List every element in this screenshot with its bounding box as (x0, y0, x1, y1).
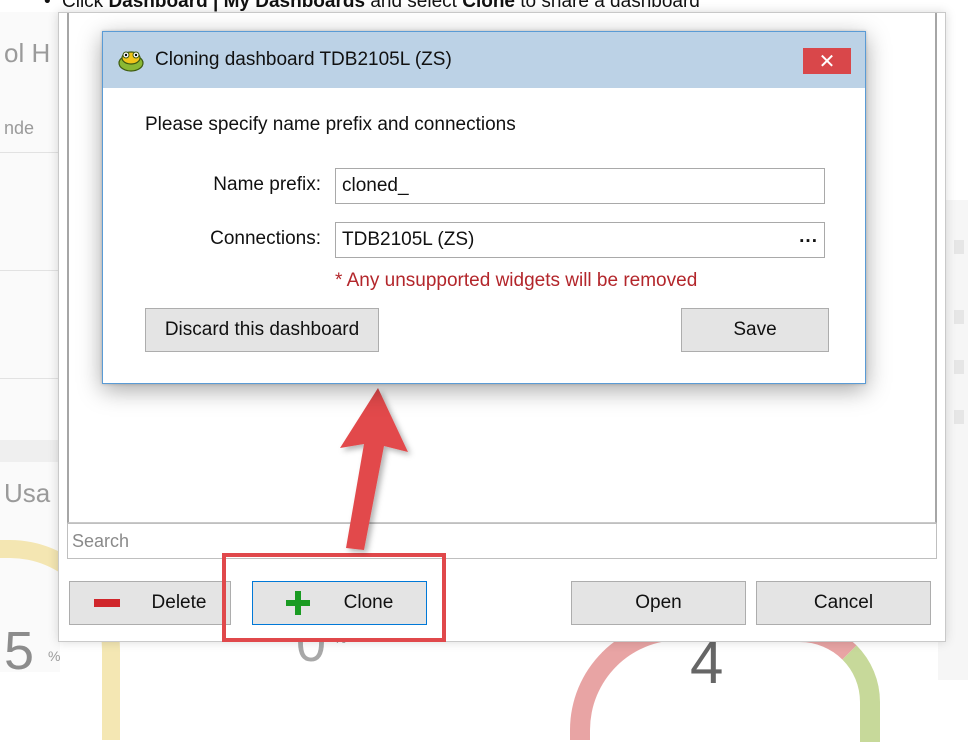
bg-divider (0, 378, 60, 379)
instruction-action: Clone (462, 0, 515, 12)
bg-tick (954, 360, 964, 374)
clone-highlight-box (222, 553, 446, 642)
bg-subtitle-fragment: nde (4, 118, 35, 138)
cancel-button-label: Cancel (813, 592, 874, 613)
discard-dashboard-button[interactable]: Discard this dashboard (145, 308, 379, 352)
unsupported-widgets-warning: * Any unsupported widgets will be remove… (335, 270, 698, 291)
open-button-label: Open (635, 592, 682, 613)
name-prefix-label: Name prefix: (213, 174, 321, 195)
bg-gauge-left-unit: % (48, 648, 61, 664)
dialog-title: Cloning dashboard TDB2105L (ZS) (155, 49, 452, 70)
dialog-prompt: Please specify name prefix and connectio… (145, 114, 516, 135)
bg-usage-fragment: Usa (4, 478, 51, 508)
close-icon: ✕ (818, 49, 836, 73)
save-button-label: Save (733, 319, 777, 340)
red-arrow-icon (340, 388, 408, 550)
delete-button-label: Delete (151, 592, 207, 613)
bg-tick (954, 240, 964, 254)
connections-value: TDB2105L (ZS) (342, 229, 475, 250)
bg-tick (954, 410, 964, 424)
close-button[interactable]: ✕ (803, 48, 851, 74)
frog-icon (118, 51, 144, 72)
instruction-middle: and select (365, 0, 463, 12)
search-input[interactable]: Search (67, 523, 937, 559)
connections-label: Connections: (210, 228, 321, 249)
instruction-prefix: Click (62, 0, 109, 12)
instruction-suffix: to share a dashboard (515, 0, 700, 12)
connections-field[interactable]: TDB2105L (ZS) ... (335, 222, 825, 258)
dialog-titlebar[interactable]: Cloning dashboard TDB2105L (ZS) ✕ (103, 32, 865, 88)
bg-gauge-left-value: 5 (4, 621, 35, 681)
delete-button[interactable]: Delete (69, 581, 231, 625)
name-prefix-value: cloned_ (342, 175, 409, 196)
connections-browse-button[interactable]: ... (799, 226, 818, 248)
bg-tick (954, 310, 964, 324)
discard-button-label: Discard this dashboard (164, 319, 360, 340)
name-prefix-field[interactable]: cloned_ (335, 168, 825, 204)
instruction-menu-path: Dashboard | My Dashboards (108, 0, 366, 12)
bg-divider (0, 152, 60, 153)
clone-dialog: Cloning dashboard TDB2105L (ZS) ✕ Please… (102, 31, 866, 384)
bg-title-fragment: ol H (4, 38, 51, 68)
bg-divider (0, 270, 60, 271)
cancel-button[interactable]: Cancel (756, 581, 931, 625)
open-button[interactable]: Open (571, 581, 746, 625)
instruction-bullet: • (44, 0, 51, 12)
minus-icon (93, 599, 120, 607)
bg-strip (0, 440, 60, 462)
save-button[interactable]: Save (681, 308, 829, 352)
